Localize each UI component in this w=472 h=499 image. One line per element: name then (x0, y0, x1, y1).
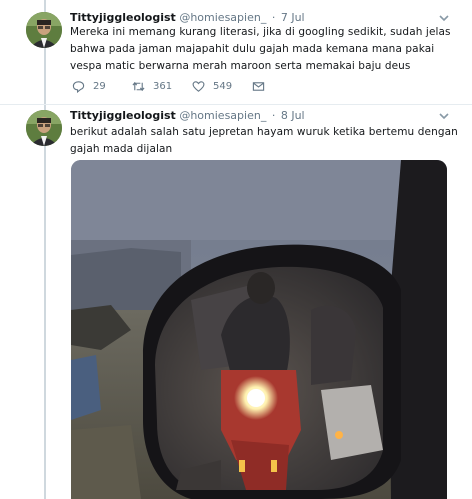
tweet-photo[interactable] (71, 160, 447, 499)
car-side-mirror-photo (71, 160, 447, 499)
chevron-down-icon[interactable] (438, 110, 450, 122)
reply-count: 29 (93, 80, 106, 92)
like-count: 549 (213, 80, 233, 92)
tweet-date[interactable]: 8 Jul (281, 109, 305, 122)
separator: · (271, 109, 276, 122)
tweet-header: Tittyjiggleologist @homiesapien_ · 8 Jul (70, 109, 305, 123)
user-handle[interactable]: @homiesapien_ (179, 109, 266, 122)
tweet-text: berikut adalah salah satu jepretan hayam… (70, 124, 458, 158)
tweet-text-line: Mereka ini memang kurang literasi, jika … (70, 26, 451, 38)
user-handle[interactable]: @homiesapien_ (179, 11, 266, 24)
tweet-text-line: bahwa pada jaman majapahit dulu gajah ma… (70, 43, 435, 55)
tweet-text-line: vespa matic berwarna merah maroon serta … (70, 60, 411, 72)
reply-button[interactable]: 29 (72, 78, 106, 94)
chevron-down-icon[interactable] (438, 12, 450, 24)
tweet-text-line: berikut adalah salah satu jepretan hayam… (70, 126, 458, 138)
like-button[interactable]: 549 (192, 78, 232, 94)
retweet-icon (132, 81, 145, 91)
heart-icon (192, 80, 205, 92)
envelope-icon (252, 81, 265, 91)
tweet[interactable]: Tittyjiggleologist @homiesapien_ · 8 Jul… (0, 104, 472, 499)
retweet-button[interactable]: 361 (132, 78, 172, 94)
tweet-text-line: gajah mada dijalan (70, 143, 173, 155)
reply-icon (72, 80, 85, 93)
direct-message-button[interactable] (252, 78, 273, 94)
tweet[interactable]: Tittyjiggleologist @homiesapien_ · 7 Jul… (0, 0, 472, 105)
display-name[interactable]: Tittyjiggleologist (70, 109, 176, 122)
tweet-date[interactable]: 7 Jul (281, 11, 305, 24)
tweet-text: Mereka ini memang kurang literasi, jika … (70, 24, 455, 75)
avatar[interactable] (26, 110, 62, 146)
avatar[interactable] (26, 12, 62, 48)
tweet-header: Tittyjiggleologist @homiesapien_ · 7 Jul (70, 11, 305, 25)
display-name[interactable]: Tittyjiggleologist (70, 11, 176, 24)
retweet-count: 361 (153, 80, 173, 92)
separator: · (271, 11, 276, 24)
